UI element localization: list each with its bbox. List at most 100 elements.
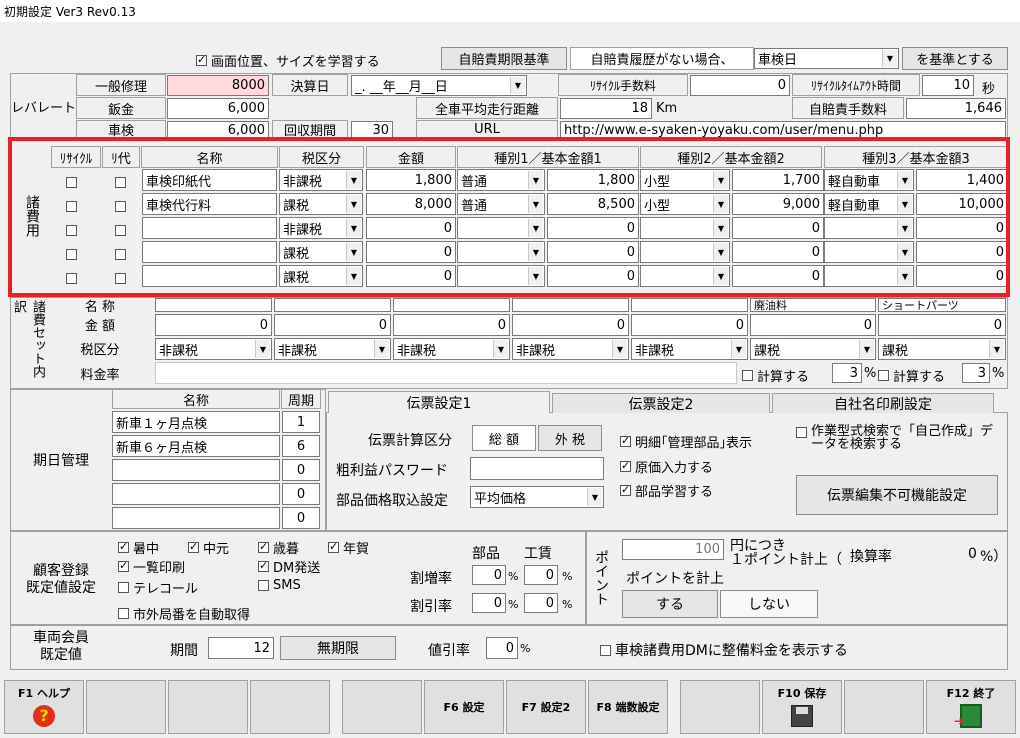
member-disc-input[interactable]: 0 [486,637,518,659]
mileage-input[interactable]: 18 [560,98,652,119]
set-calc2-value[interactable]: 3 [962,363,990,383]
f9-key[interactable] [680,680,760,734]
set-name-input[interactable]: 廃油料 [750,298,876,312]
f11-key[interactable] [844,680,924,734]
point-yes-button[interactable]: する [622,590,718,618]
tab-denpyo1[interactable]: 伝票設定1 [328,391,550,413]
discount-labor[interactable]: 0 [524,593,558,613]
kijitsu-name-input[interactable]: 新車１ヶ月点検 [112,411,280,433]
customer-default-checkbox[interactable]: 暑中 [118,538,159,557]
cost-input-checkbox[interactable]: 原価入力する [620,457,713,476]
recycle-timeout-input[interactable]: 10 [922,75,974,96]
set-tax-select[interactable]: 非課税 ▼ [393,338,510,360]
customer-default-checkbox[interactable]: 歳暮 [258,538,299,557]
customer-default-checkbox[interactable]: 中元 [188,538,229,557]
kijitsu-period-input[interactable]: 0 [282,507,320,529]
set-calc1-checkbox[interactable]: 計算する [742,366,809,385]
set-amount-input[interactable]: 0 [878,314,1006,336]
auto-areacode-checkbox[interactable]: 市外局番を自動取得 [118,604,250,623]
set-calc1-value[interactable]: 3 [832,363,862,383]
set-amount-input[interactable]: 0 [631,314,748,336]
self-made-search-checkbox[interactable]: 作業型式検索で「自己作成」データを検索する [796,425,996,451]
set-tax-select[interactable]: 課税 ▼ [878,338,1006,360]
conv-value: 0 [968,546,977,562]
surcharge-parts[interactable]: 0 [472,565,506,585]
kijitsu-name-input[interactable] [112,507,280,529]
surcharge-label: 割増率 [410,571,452,587]
parts-label: 部品価格取込設定 [336,493,448,509]
set-tax-select[interactable]: 非課税 ▼ [155,338,272,360]
set-amount-input[interactable]: 0 [750,314,876,336]
set-tax-select[interactable]: 非課税 ▼ [512,338,629,360]
set-tax-label: 税区分 [46,337,154,359]
surcharge-labor[interactable]: 0 [524,565,558,585]
set-name-input[interactable] [512,298,629,312]
set-tax-select[interactable]: 非課税 ▼ [631,338,748,360]
dm-fee-checkbox[interactable]: 車検諸費用DMに整備料金を表示する [600,640,848,660]
edit-lock-button[interactable]: 伝票編集不可機能設定 [796,475,998,515]
jibai-fee-input[interactable]: 1,646 [906,98,1006,119]
rate-value-1[interactable]: 8000 [167,75,269,96]
set-name-input[interactable] [274,298,391,312]
detail-parts-checkbox[interactable]: 明細｢管理部品｣表示 [620,432,752,451]
set-amount-input[interactable]: 0 [393,314,510,336]
f8-rounding-key[interactable]: F8 端数設定 [588,680,668,734]
set-name-input[interactable] [631,298,748,312]
customer-default-checkbox[interactable]: SMS [258,578,301,593]
customer-default-checkbox[interactable]: テレコール [118,578,198,597]
discount-parts[interactable]: 0 [472,593,506,613]
kijitsu-period-input[interactable]: 0 [282,459,320,481]
f5-key[interactable] [342,680,422,734]
f7-settings2-key[interactable]: F7 設定2 [506,680,586,734]
mileage-unit: Km [656,101,678,116]
tab-company-print[interactable]: 自社名印刷設定 [772,393,994,413]
tab-denpyo2[interactable]: 伝票設定2 [552,393,770,413]
set-name-input[interactable] [393,298,510,312]
set-name-input[interactable]: ショートパーツ [878,298,1006,312]
set-amount-input[interactable]: 0 [274,314,391,336]
f12-exit-key[interactable]: F12 終了 ➜ [926,680,1016,734]
title-bar: 初期設定 Ver3 Rev0.13 [0,0,1020,22]
parts-select[interactable]: 平均価格 ▼ [470,486,604,508]
set-amount-input[interactable]: 0 [512,314,629,336]
kijitsu-name-input[interactable] [112,483,280,505]
jibai-cond-label: 自賠責履歴がない場合、 [570,47,754,70]
rate-value-2[interactable]: 6,000 [167,98,269,119]
set-tax-select[interactable]: 非課税 ▼ [274,338,391,360]
f10-save-key[interactable]: F10 保存 [762,680,842,734]
f3-key[interactable] [168,680,248,734]
calc-total-button[interactable]: 総 額 [472,425,536,451]
learn-checkbox[interactable]: 画面位置、サイズを学習する [196,51,380,70]
pw-input[interactable] [470,457,604,480]
kijitsu-period-input[interactable]: 0 [282,483,320,505]
customer-default-checkbox[interactable]: 年賀 [328,538,369,557]
calc-external-tax-button[interactable]: 外 税 [538,425,602,451]
jibai-basis-button[interactable]: 自賠責期限基準 [441,47,567,70]
set-name-input[interactable] [155,298,272,312]
member-period-input[interactable]: 12 [208,637,274,659]
set-tax-select[interactable]: 課税 ▼ [750,338,876,360]
f6-settings-key[interactable]: F6 設定 [424,680,504,734]
customer-default-checkbox[interactable]: DM発送 [258,557,320,576]
kijitsu-name-input[interactable] [112,459,280,481]
f2-key[interactable] [86,680,166,734]
parts-learn-checkbox[interactable]: 部品学習する [620,481,713,500]
point-no-button[interactable]: しない [720,590,818,618]
kijitsu-period-input[interactable]: 1 [282,411,320,433]
point-amount[interactable]: 100 [622,539,724,560]
kessan-select[interactable]: _. __年__月__日 ▼ [351,75,527,96]
set-amount-input[interactable]: 0 [155,314,272,336]
point-per2: １ポイント計上（ [730,552,842,568]
kijitsu-label: 期日管理 [11,390,111,530]
recycle-fee-input[interactable]: 0 [690,75,790,96]
rate-side-label: レバレート [11,74,76,139]
customer-default-checkbox[interactable]: 一覧印刷 [118,557,185,576]
recycle-timeout-label: ﾘｻｲｸﾙﾀｲﾑｱｳﾄ時間 [792,74,920,96]
jibai-basis-select[interactable]: 車検日 ▼ [754,48,899,69]
kijitsu-name-input[interactable]: 新車６ヶ月点検 [112,435,280,457]
unlimited-button[interactable]: 無期限 [280,636,396,660]
f1-help-key[interactable]: F1 ヘルプ ? [4,680,84,734]
set-calc2-checkbox[interactable]: 計算する [878,366,945,385]
kijitsu-period-input[interactable]: 6 [282,435,320,457]
f4-key[interactable] [250,680,330,734]
